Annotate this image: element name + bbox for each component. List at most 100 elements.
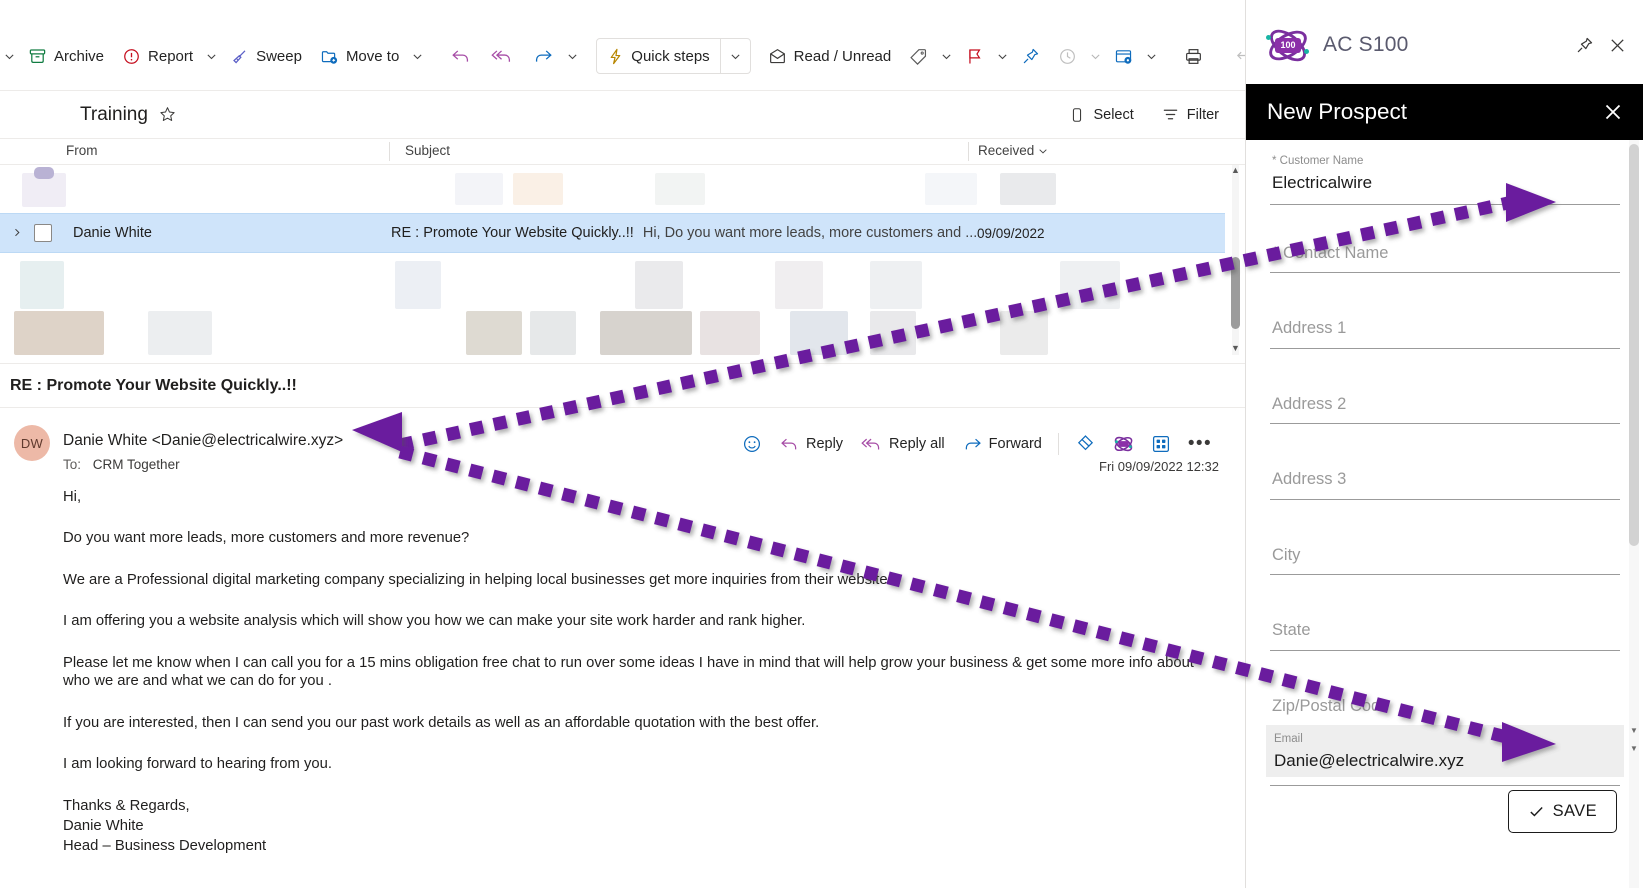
ribbon-read-unread-button[interactable]: Read / Unread xyxy=(759,41,901,72)
field-underline xyxy=(1270,348,1620,349)
close-icon[interactable] xyxy=(1608,36,1627,55)
reading-pane-more-button[interactable]: ••• xyxy=(1181,435,1219,453)
ribbon-rules-button[interactable] xyxy=(1105,41,1142,72)
reply-label: Reply xyxy=(806,436,843,452)
action-divider xyxy=(1058,433,1059,455)
field-address-1[interactable]: Address 1 xyxy=(1270,320,1620,349)
recipients-line: To: CRM Together xyxy=(63,457,180,472)
field-address-2[interactable]: Address 2 xyxy=(1270,396,1620,425)
select-button[interactable]: Select xyxy=(1061,102,1141,128)
field-underline xyxy=(1270,574,1620,575)
save-button[interactable]: SAVE xyxy=(1508,790,1617,833)
ribbon-archive-button[interactable]: Archive xyxy=(19,41,113,72)
ribbon-reply-button[interactable] xyxy=(441,40,481,72)
column-header-from[interactable]: From xyxy=(56,143,98,158)
addin-scrollbar[interactable]: ▲ ▼ ▼ xyxy=(1627,140,1641,888)
ribbon-quick-steps-group: Quick steps xyxy=(596,38,750,74)
scroll-down-arrow-icon[interactable]: ▼ xyxy=(1230,343,1241,353)
reply-button[interactable]: Reply xyxy=(772,430,850,458)
forward-button[interactable]: Forward xyxy=(955,430,1049,458)
body-paragraph: If you are interested, then I can send y… xyxy=(63,714,1205,732)
addin-header-actions xyxy=(1575,36,1643,55)
ribbon-reply-all-button[interactable] xyxy=(481,40,523,72)
scroll-down-arrow-icon[interactable]: ▼ xyxy=(1628,726,1640,735)
emoji-smile-icon xyxy=(742,434,762,454)
quick-steps-chevron-down-icon[interactable] xyxy=(720,39,750,73)
body-paragraph: Please let me know when I can call you f… xyxy=(63,654,1205,691)
ribbon-categorize-button[interactable] xyxy=(900,41,937,72)
ac-s100-logo-icon: 100 xyxy=(1265,28,1311,62)
message-checkbox[interactable] xyxy=(34,224,52,242)
scrollbar-thumb[interactable] xyxy=(1629,144,1639,546)
report-chevron-down-icon[interactable] xyxy=(202,45,221,68)
ribbon-report-label: Report xyxy=(148,48,193,65)
addin-app-name: AC S100 xyxy=(1323,33,1408,57)
field-address-3[interactable]: Address 3 xyxy=(1270,471,1620,500)
field-state[interactable]: State xyxy=(1270,622,1620,651)
ribbon-report-button[interactable]: Report xyxy=(113,41,202,72)
field-email-value: Danie@electricalwire.xyz xyxy=(1272,751,1618,771)
apps-button[interactable] xyxy=(1144,429,1178,459)
archive-icon xyxy=(28,47,47,66)
ribbon-pin-button[interactable] xyxy=(1012,41,1049,72)
rules-chevron-down-icon[interactable] xyxy=(1142,45,1161,68)
field-customer-name[interactable]: * Customer Name Electricalwire xyxy=(1270,156,1620,205)
diamond-addin-icon xyxy=(1075,433,1096,454)
panel-close-icon[interactable] xyxy=(1602,101,1624,123)
ribbon-snooze-button[interactable] xyxy=(1049,41,1086,72)
ribbon-print-button[interactable] xyxy=(1175,41,1212,72)
addin-ac-s100-button[interactable] xyxy=(1106,430,1141,458)
reply-all-button[interactable]: Reply all xyxy=(853,430,952,458)
field-zip-postal-code[interactable]: Zip/Postal Code xyxy=(1270,698,1620,715)
ribbon-quick-steps-button[interactable]: Quick steps xyxy=(597,41,719,72)
message-list-column-headers: From Subject Received xyxy=(0,138,1245,165)
field-contact-name-label: * Contact Name xyxy=(1270,245,1620,262)
column-header-subject[interactable]: Subject xyxy=(395,143,450,158)
lightning-icon xyxy=(607,47,624,66)
field-contact-name[interactable]: * Contact Name xyxy=(1270,245,1620,274)
forward-chevron-down-icon[interactable] xyxy=(563,45,582,68)
filter-button[interactable]: Filter xyxy=(1154,101,1227,128)
field-city[interactable]: City xyxy=(1270,547,1620,576)
message-list[interactable]: Danie White RE : Promote Your Website Qu… xyxy=(0,165,1245,355)
addin-diamond-button[interactable] xyxy=(1068,428,1103,459)
flag-chevron-down-icon[interactable] xyxy=(993,45,1012,68)
message-list-item[interactable]: Danie White RE : Promote Your Website Qu… xyxy=(0,213,1225,253)
reading-pane-actions: Reply Reply all xyxy=(735,428,1219,459)
scroll-up-arrow-icon[interactable]: ▲ xyxy=(1230,165,1241,175)
field-underline xyxy=(1270,204,1620,205)
flag-icon xyxy=(965,47,984,66)
move-to-chevron-down-icon[interactable] xyxy=(408,45,427,68)
ribbon-move-to-button[interactable]: Move to xyxy=(311,41,408,72)
star-icon[interactable] xyxy=(159,106,176,123)
body-paragraph: Hi, xyxy=(63,488,1205,506)
body-paragraph: I am looking forward to hearing from you… xyxy=(63,755,1205,773)
field-underline xyxy=(1270,272,1620,273)
message-subject: RE : Promote Your Website Quickly..!! xyxy=(391,225,634,241)
ribbon-forward-button[interactable] xyxy=(523,40,563,72)
scroll-down-arrow-icon-2[interactable]: ▼ xyxy=(1628,744,1640,753)
categorize-chevron-down-icon[interactable] xyxy=(937,45,956,68)
message-timestamp: Fri 09/09/2022 12:32 xyxy=(1099,459,1219,474)
envelope-icon xyxy=(768,47,787,66)
snooze-chevron-down-icon[interactable] xyxy=(1086,45,1105,68)
reply-all-arrow-icon xyxy=(860,435,883,453)
react-button[interactable] xyxy=(735,429,769,459)
message-list-scrollbar[interactable]: ▲ ▼ xyxy=(1229,165,1241,355)
ribbon-sweep-button[interactable]: Sweep xyxy=(221,41,311,72)
field-email[interactable]: Email Danie@electricalwire.xyz xyxy=(1266,725,1624,777)
expand-conversation-icon[interactable] xyxy=(0,226,34,241)
ellipsis-icon: ••• xyxy=(1188,440,1212,448)
pin-icon[interactable] xyxy=(1575,36,1594,55)
ribbon-flag-button[interactable] xyxy=(956,41,993,72)
column-divider-1 xyxy=(389,142,390,161)
column-header-received[interactable]: Received xyxy=(968,143,1048,158)
ribbon-overflow-left-icon[interactable] xyxy=(0,45,19,68)
filter-icon xyxy=(1162,106,1179,123)
save-label: SAVE xyxy=(1553,802,1597,821)
ribbon-undo-button[interactable] xyxy=(1226,41,1245,72)
scrollbar-thumb[interactable] xyxy=(1231,257,1240,329)
forward-arrow-icon xyxy=(962,435,983,453)
field-underline xyxy=(1270,650,1620,651)
ribbon-sweep-label: Sweep xyxy=(256,48,302,65)
